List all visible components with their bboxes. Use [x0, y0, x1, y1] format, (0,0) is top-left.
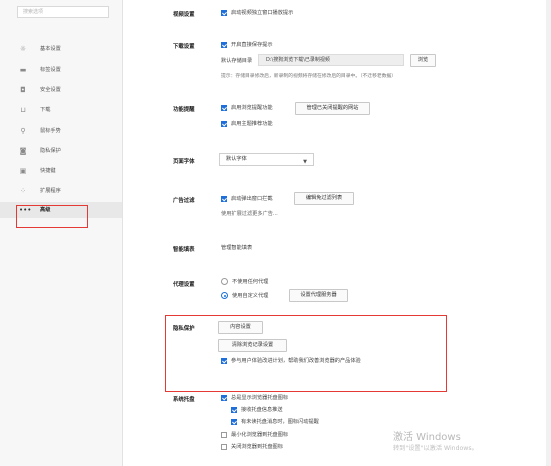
- video-popup-option[interactable]: 启动视频独立窗口播放提示: [221, 9, 293, 16]
- checkbox[interactable]: [221, 41, 227, 48]
- option-label: 有未读托盘消息时，图标闪动提醒: [241, 419, 319, 425]
- proxy-settings-button[interactable]: 设置代理服务器: [289, 289, 348, 302]
- edit-whitelist-button[interactable]: 编辑免过滤列表: [294, 192, 354, 205]
- highlight-box-privacy: [165, 315, 447, 392]
- sidebar-item-label: 标签设置: [40, 67, 61, 73]
- section-video-label: 视频设置: [173, 12, 195, 18]
- section-proxy-label: 代理设置: [173, 282, 195, 288]
- section-privacy-label: 隐私保护: [173, 326, 195, 332]
- sidebar-item-label: 基本设置: [40, 46, 61, 52]
- tab-icon: ▬: [19, 66, 27, 74]
- sidebar-item-mouse-gesture[interactable]: ⚲ 鼠标手势: [0, 123, 122, 139]
- content-settings-button[interactable]: 内容设置: [218, 321, 263, 334]
- theme-recommend-option[interactable]: 启用主题推荐功能: [221, 120, 273, 127]
- download-save-prompt-option[interactable]: 开启直接保存提示: [221, 41, 273, 48]
- ux-improvement-option[interactable]: 参与用户体验改进计划，帮助我们改善浏览器的产品体验: [221, 357, 361, 364]
- close-to-tray-option[interactable]: 关闭浏览器到托盘图标: [221, 443, 283, 450]
- option-label: 关闭浏览器到托盘图标: [231, 444, 283, 450]
- gear-icon: ☼: [19, 45, 27, 53]
- keyboard-icon: ▣: [19, 167, 27, 175]
- radio[interactable]: [221, 278, 228, 285]
- default-dir-label: 默认存储目录: [221, 58, 253, 64]
- tray-flash-option[interactable]: 有未读托盘消息时，图标闪动提醒: [231, 418, 319, 425]
- search-input[interactable]: 搜索选项: [17, 6, 109, 18]
- checkbox[interactable]: [221, 195, 227, 202]
- section-tray-label: 系统托盘: [173, 397, 195, 403]
- sidebar-item-download[interactable]: ⊔ 下载: [0, 102, 122, 118]
- manage-closed-reminders-button[interactable]: 管理已关闭提醒的网站: [295, 102, 370, 115]
- default-dir-field[interactable]: D:\搜狗浏览下载\已录制视频: [258, 54, 404, 66]
- checkbox[interactable]: [221, 394, 227, 401]
- custom-proxy-option[interactable]: 使用自定义代理: [221, 292, 268, 299]
- option-label: 开启直接保存提示: [231, 42, 273, 48]
- shield-icon: ◘: [20, 86, 26, 94]
- download-hint: 提示：存储目录修改后，新录制的视频将存储在修改后的目录中。（不迁移老数据）: [221, 74, 397, 79]
- sidebar: 搜索选项 ☼ 基本设置 ▬ 标签设置 ◘ 安全设置 ⊔ 下载 ⚲ 鼠标手势 ◙ …: [0, 0, 123, 466]
- option-label: 启动弹出窗口拦截: [231, 196, 273, 202]
- scrollbar[interactable]: [546, 0, 551, 466]
- sidebar-item-label: 隐私保护: [40, 148, 61, 154]
- tray-push-option[interactable]: 接收托盘信息推送: [231, 406, 283, 413]
- section-download-label: 下载设置: [173, 44, 195, 50]
- option-label: 总是显示浏览器托盘图标: [231, 395, 289, 401]
- no-proxy-option[interactable]: 不使用任何代理: [221, 278, 268, 285]
- sidebar-item-privacy[interactable]: ◙ 隐私保护: [0, 143, 122, 159]
- sidebar-item-label: 快捷键: [40, 168, 56, 174]
- sidebar-item-label: 鼠标手势: [40, 128, 61, 134]
- tray-always-show-option[interactable]: 总是显示浏览器托盘图标: [221, 394, 288, 401]
- option-label: 接收托盘信息推送: [241, 407, 283, 413]
- sidebar-item-tabs[interactable]: ▬ 标签设置: [0, 62, 122, 78]
- section-smartfill-label: 智能填表: [173, 247, 195, 253]
- reminder-option[interactable]: 启用浏览提醒功能: [221, 104, 273, 111]
- manage-smartfill-link[interactable]: 管理智能填表: [221, 244, 252, 251]
- privacy-shield-icon: ◙: [19, 147, 27, 155]
- checkbox[interactable]: [221, 104, 227, 111]
- sidebar-item-label: 扩展程序: [40, 188, 61, 194]
- windows-activation-subtitle: 转到"设置"以激活 Windows。: [393, 445, 478, 452]
- sidebar-item-shortcuts[interactable]: ▣ 快捷键: [0, 163, 122, 179]
- checkbox[interactable]: [221, 357, 227, 364]
- sidebar-item-extensions[interactable]: ⁘ 扩展程序: [0, 183, 122, 199]
- checkbox[interactable]: [221, 120, 227, 127]
- checkbox[interactable]: [231, 406, 237, 413]
- extension-filter-link[interactable]: 使用扩展过滤更多广告...: [221, 210, 278, 217]
- minimize-to-tray-option[interactable]: 最小化浏览器到托盘图标: [221, 431, 288, 438]
- radio[interactable]: [221, 292, 228, 299]
- mouse-icon: ⚲: [20, 127, 26, 135]
- section-font-label: 页面字体: [173, 159, 195, 165]
- chevron-down-icon: ▼: [303, 159, 307, 165]
- option-label: 参与用户体验改进计划，帮助我们改善浏览器的产品体验: [231, 358, 361, 364]
- section-reminder-label: 功能提醒: [173, 107, 195, 113]
- font-select-value: 默认字体: [226, 156, 247, 162]
- checkbox[interactable]: [231, 418, 237, 425]
- checkbox[interactable]: [221, 431, 227, 438]
- option-label: 启用主题推荐功能: [231, 121, 273, 127]
- section-adblock-label: 广告过滤: [173, 198, 195, 204]
- option-label: 启动视频独立窗口播放提示: [231, 10, 294, 16]
- browse-button[interactable]: 浏览: [410, 54, 436, 67]
- option-label: 最小化浏览器到托盘图标: [231, 432, 289, 438]
- windows-activation-title: 激活 Windows: [393, 432, 461, 443]
- font-select[interactable]: 默认字体 ▼: [219, 153, 314, 166]
- grid-icon: ⁘: [20, 187, 26, 195]
- checkbox[interactable]: [221, 9, 227, 16]
- checkbox[interactable]: [221, 443, 227, 450]
- sidebar-item-label: 安全设置: [40, 87, 61, 93]
- clear-history-settings-button[interactable]: 清除浏览记录设置: [218, 339, 287, 352]
- highlight-box-advanced: [16, 205, 88, 228]
- download-icon: ⊔: [20, 106, 26, 114]
- option-label: 不使用任何代理: [232, 279, 269, 285]
- option-label: 使用自定义代理: [232, 293, 269, 299]
- option-label: 启用浏览提醒功能: [231, 105, 273, 111]
- sidebar-item-security[interactable]: ◘ 安全设置: [0, 82, 122, 98]
- sidebar-item-basic[interactable]: ☼ 基本设置: [0, 41, 122, 57]
- sidebar-item-label: 下载: [40, 107, 51, 113]
- popup-block-option[interactable]: 启动弹出窗口拦截: [221, 195, 273, 202]
